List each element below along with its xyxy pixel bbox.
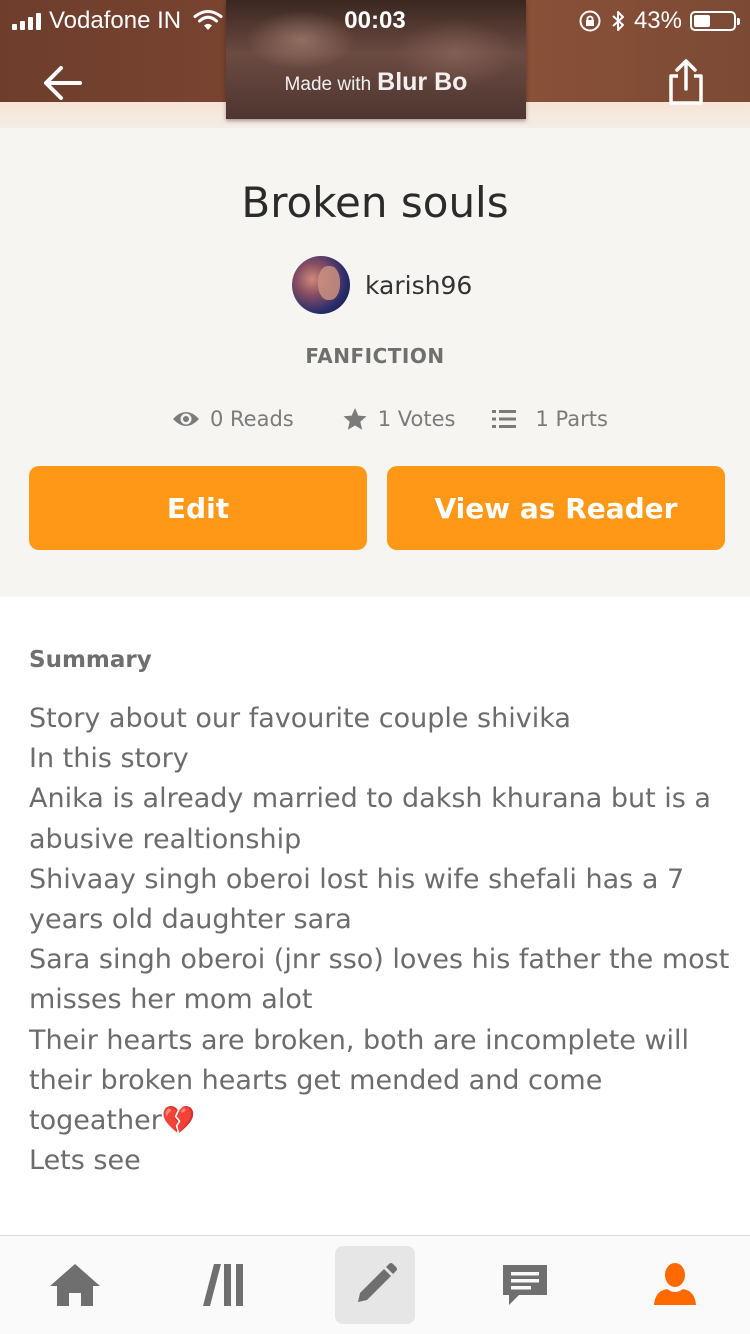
nav-profile[interactable] [630, 1236, 720, 1334]
summary-line: Lets see [29, 1145, 141, 1177]
home-icon [50, 1264, 100, 1306]
author-name: karish96 [365, 270, 473, 300]
back-button[interactable] [40, 60, 86, 106]
eye-icon [172, 409, 200, 429]
parts-stat: 1 Parts [491, 407, 608, 431]
nav-messages[interactable] [480, 1236, 570, 1334]
battery-icon [690, 11, 740, 31]
share-button[interactable] [664, 56, 708, 108]
bluetooth-icon [610, 9, 626, 33]
back-arrow-icon [44, 66, 82, 100]
summary-line: Anika is already married to daksh khuran… [29, 783, 711, 815]
votes-stat: 1 Votes [342, 407, 456, 431]
summary-text: Story about our favourite couple shivika… [29, 699, 729, 1181]
write-icon [358, 1263, 397, 1302]
summary-line: Sara singh oberoi (jnr sso) loves his fa… [29, 944, 730, 976]
nav-write[interactable] [330, 1236, 420, 1334]
profile-icon [654, 1263, 696, 1305]
summary-line: their broken hearts get mended and come [29, 1064, 603, 1096]
author-link[interactable]: karish96 [292, 256, 472, 314]
reads-count: 0 Reads [210, 407, 294, 431]
avatar [292, 256, 350, 314]
story-category: FANFICTION [305, 344, 445, 368]
orientation-lock-icon [578, 9, 602, 33]
messages-icon [503, 1265, 547, 1305]
share-icon [669, 59, 703, 105]
reads-stat: 0 Reads [172, 407, 294, 431]
summary-line: Story about our favourite couple shivika [29, 703, 571, 734]
watermark: Made with Blur Bo [284, 68, 468, 96]
view-as-reader-button[interactable]: View as Reader [387, 466, 725, 550]
library-icon [203, 1264, 243, 1306]
summary-line: Their hearts are broken, both are incomp… [29, 1024, 690, 1056]
bottom-nav [0, 1235, 750, 1334]
votes-count: 1 Votes [377, 407, 456, 431]
summary-line: Shivaay singh oberoi lost his wife shefa… [29, 863, 685, 895]
summary-line: In this story [29, 743, 189, 775]
parts-count: 1 Parts [535, 407, 608, 431]
summary-line: years old daughter sara [29, 904, 352, 936]
summary-heading: Summary [29, 647, 152, 673]
status-bar: Vodafone IN 00:03 43% [0, 0, 750, 40]
list-icon [491, 408, 517, 430]
nav-library[interactable] [180, 1236, 270, 1334]
story-info: Broken souls karish96 FANFICTION 0 Reads… [0, 128, 750, 597]
nav-home[interactable] [30, 1236, 120, 1334]
story-stats: 0 Reads 1 Votes 1 Parts [172, 402, 608, 436]
summary-line: togeather💔 [29, 1105, 196, 1137]
story-title: Broken souls [241, 178, 509, 227]
battery-percent: 43% [633, 7, 682, 34]
summary-line: abusive realtionship [29, 823, 302, 855]
summary-line: misses her mom alot [29, 984, 313, 1016]
edit-button[interactable]: Edit [29, 466, 367, 550]
star-icon [342, 407, 368, 431]
